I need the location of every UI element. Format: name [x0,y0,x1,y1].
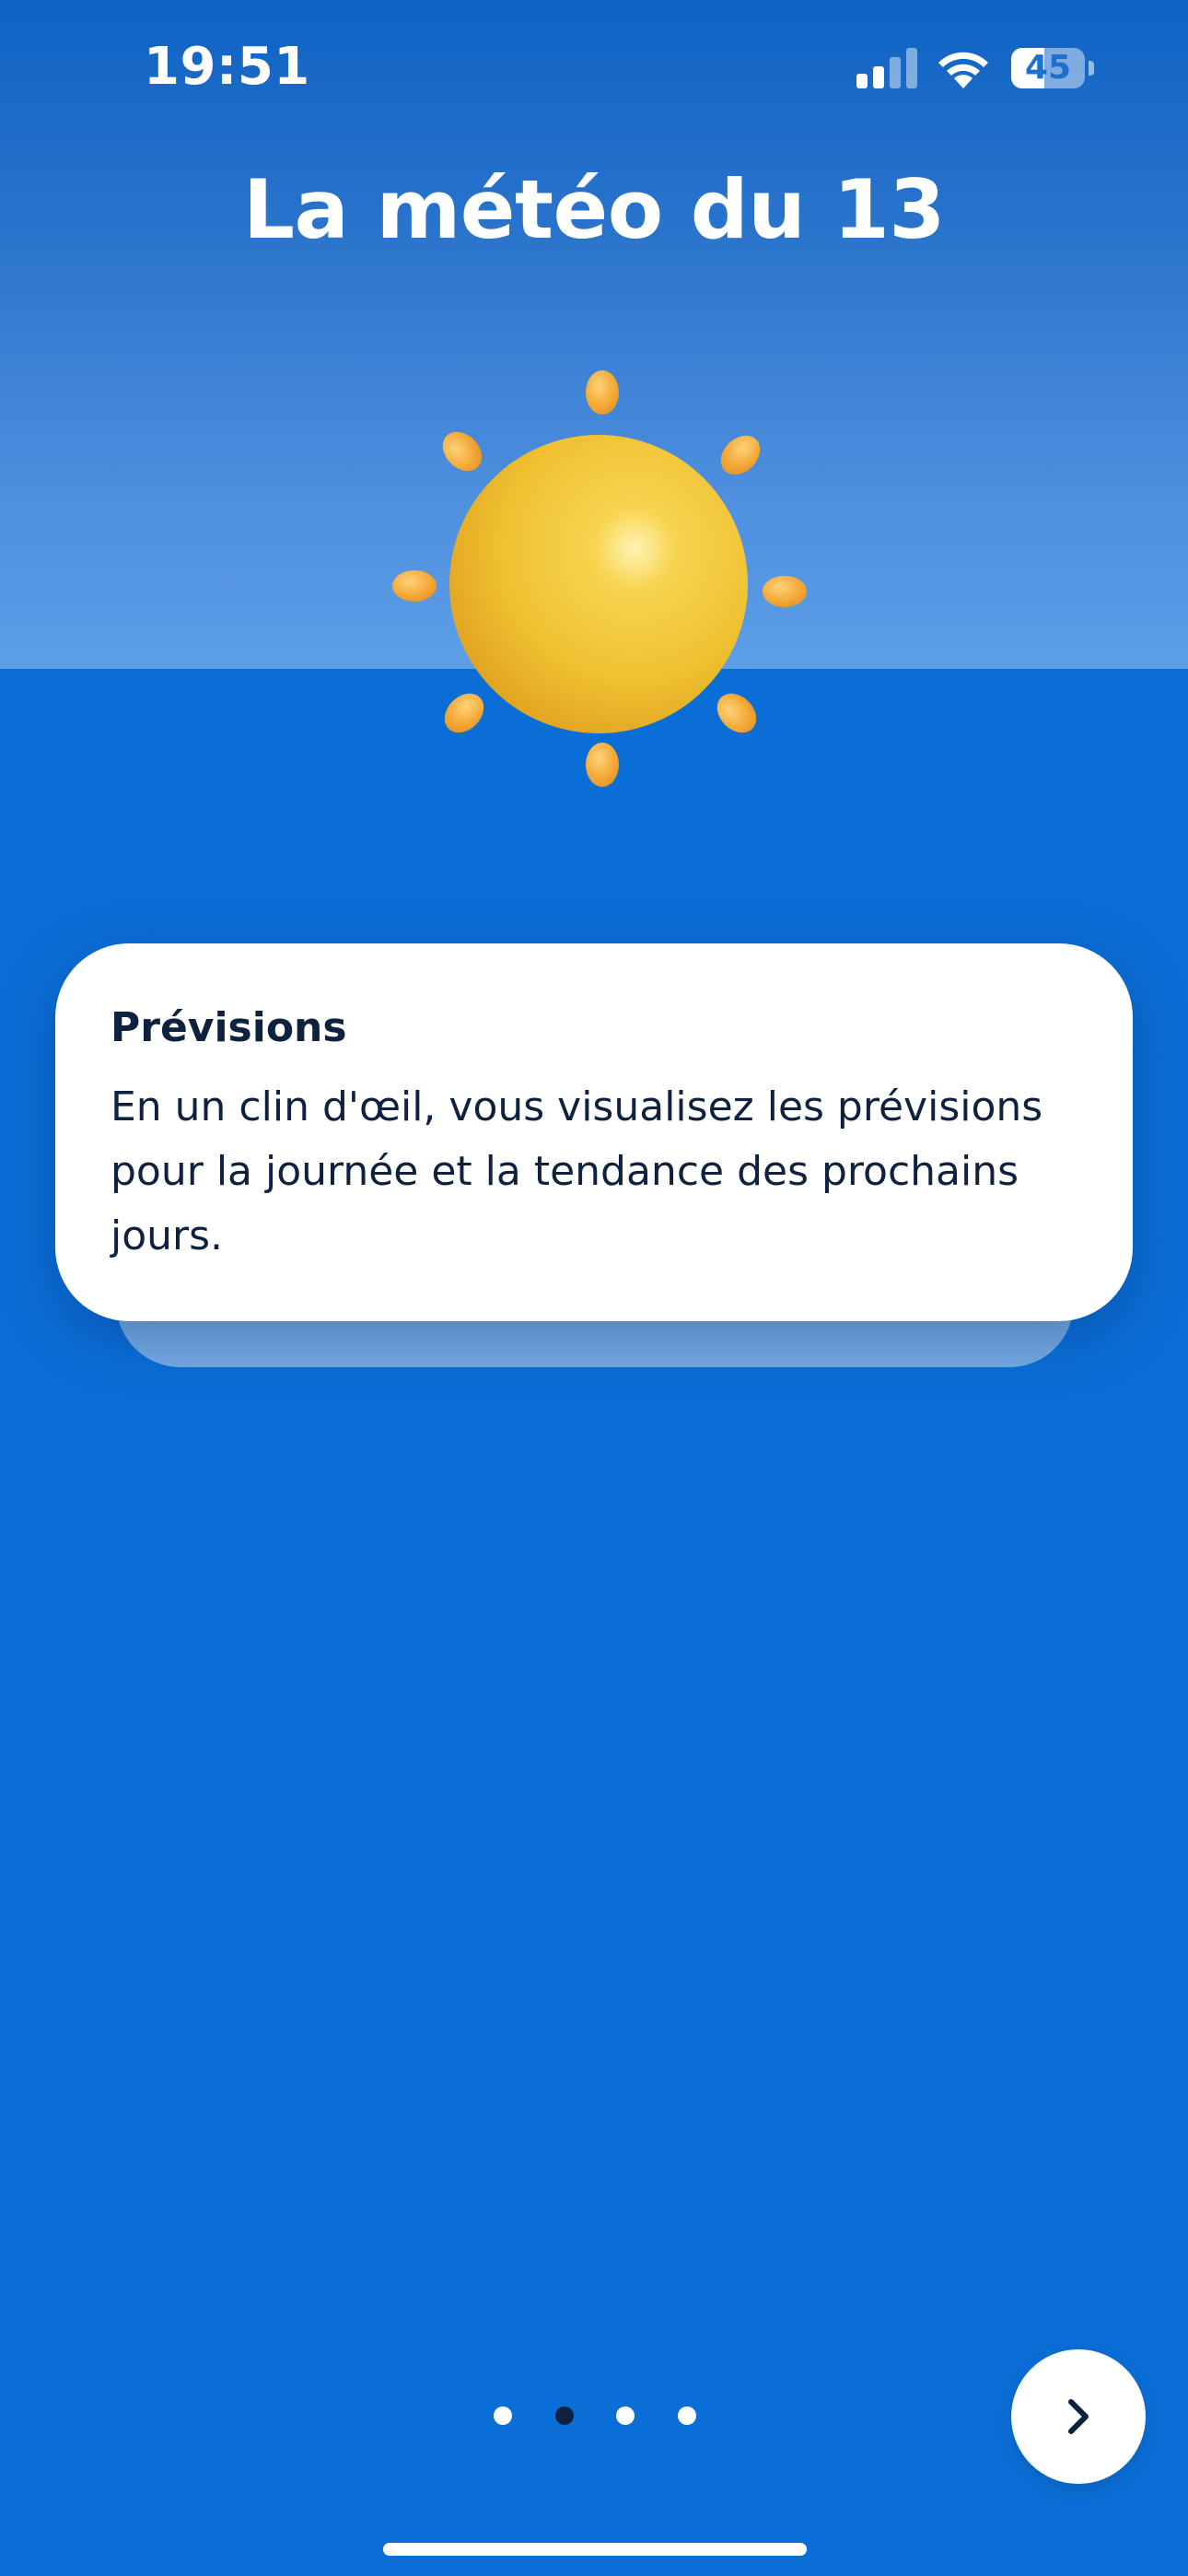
sun-ray [444,693,484,733]
chevron-right-icon [1068,2399,1089,2434]
sun-ray [716,693,757,733]
page-dot-2[interactable] [555,2406,574,2425]
sun-ray [763,576,807,607]
sun-body [449,435,748,733]
onboarding-card: Prévisions En un clin d'œil, vous visual… [55,943,1133,1321]
sun-ray [720,435,761,475]
home-indicator[interactable] [383,2543,807,2556]
page-title: La météo du 13 [242,162,946,257]
battery-level: 45 [1024,49,1072,87]
battery-cap [1089,61,1094,76]
sun-ray [442,431,483,472]
card-title: Prévisions [111,1004,347,1051]
status-time: 19:51 [144,37,310,97]
battery-body: 45 [1011,48,1085,88]
wifi-icon [938,52,988,88]
sun-ray [586,370,619,415]
signal-icon [856,48,917,88]
battery-icon: 45 [1011,48,1094,90]
page-indicator [0,2399,1188,2432]
sun-ray [586,743,619,787]
sun-icon [392,370,807,787]
page-dot-4[interactable] [678,2406,696,2425]
page-dot-3[interactable] [616,2406,635,2425]
next-button[interactable] [1011,2349,1146,2484]
sun-ray [392,570,437,602]
page-dot-1[interactable] [494,2406,512,2425]
card-description: En un clin d'œil, vous visualisez les pr… [111,1083,1043,1259]
